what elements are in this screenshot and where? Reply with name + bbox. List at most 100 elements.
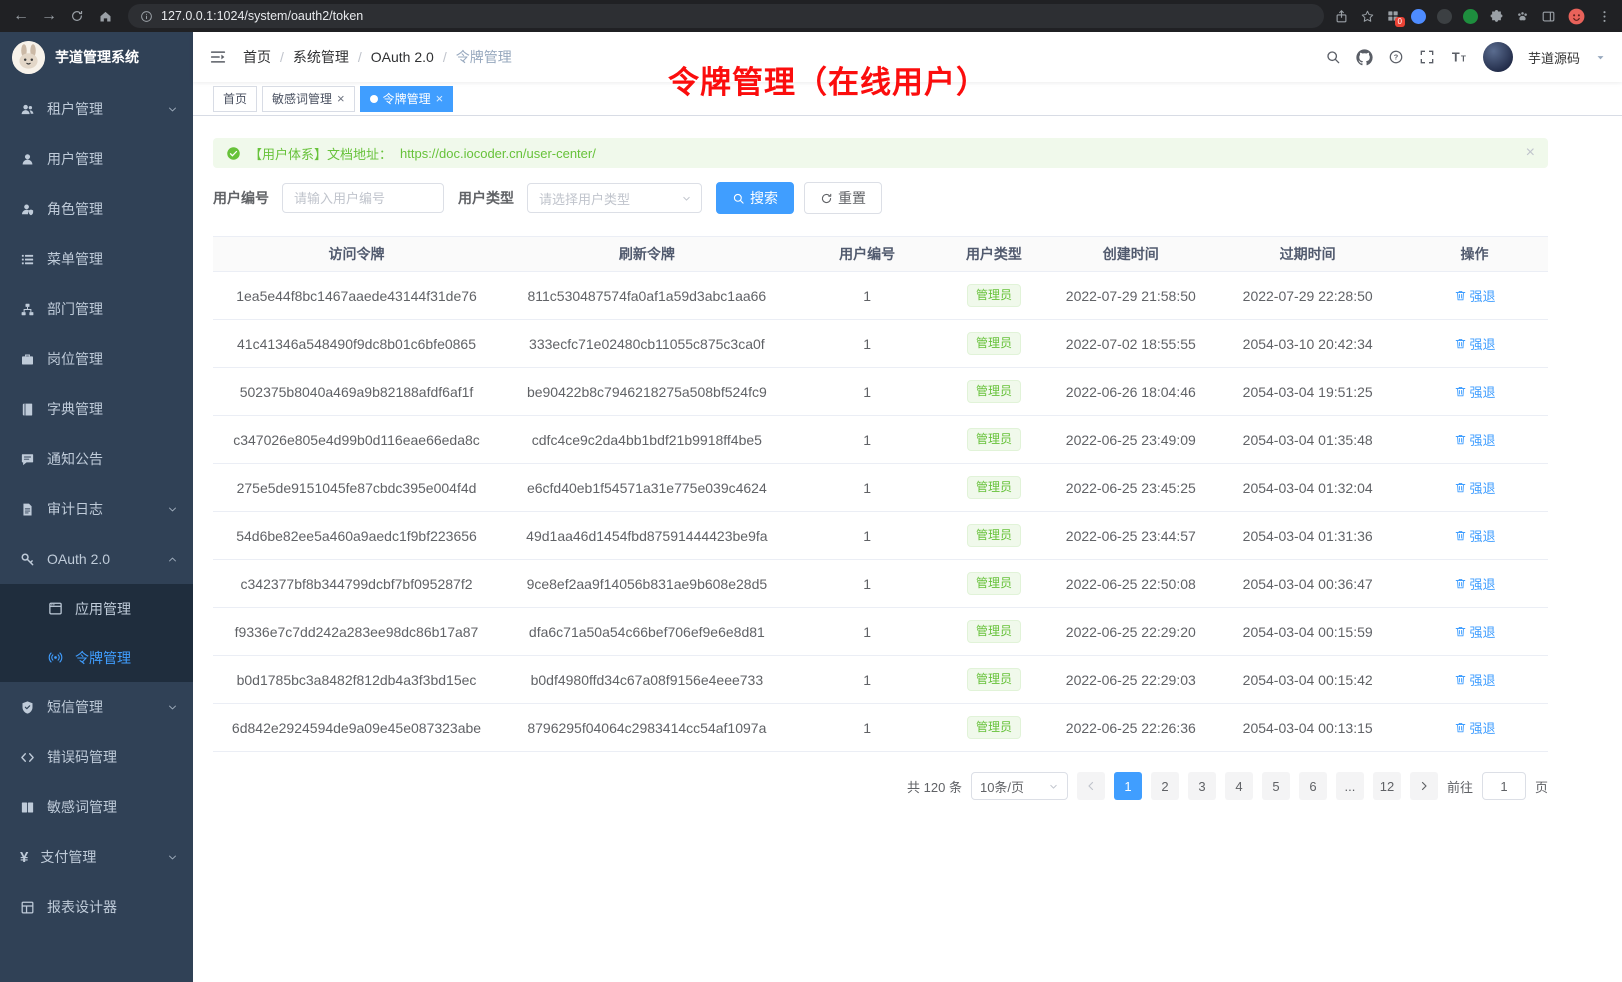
svg-text:T: T (1452, 50, 1460, 65)
sidebar-item-label: 应用管理 (75, 599, 131, 619)
sidebar-toggle-icon[interactable] (209, 48, 227, 66)
user-type-cell: 管理员 (941, 560, 1048, 608)
force-logout-button[interactable]: 强退 (1454, 574, 1496, 593)
expire-time-cell: 2054-03-10 20:42:34 (1214, 320, 1401, 368)
search-icon[interactable] (1325, 49, 1341, 65)
doc-link[interactable]: https://doc.iocoder.cn/user-center/ (400, 146, 596, 161)
extension-green-icon[interactable] (1463, 9, 1478, 24)
reset-button[interactable]: 重置 (804, 182, 882, 214)
address-bar[interactable]: 127.0.0.1:1024/system/oauth2/token (128, 4, 1324, 28)
breadcrumb-item[interactable]: OAuth 2.0 (371, 49, 434, 65)
tab-sensitive-word[interactable]: 敏感词管理× (262, 86, 355, 112)
page-button-2[interactable]: 2 (1151, 772, 1179, 800)
oauth-icon (20, 552, 35, 567)
sidebar-item-sms[interactable]: 短信管理 (0, 682, 193, 732)
sidebar-item-sensitive-word[interactable]: 敏感词管理 (0, 782, 193, 832)
extension-badged-icon[interactable]: 0 (1386, 9, 1400, 23)
site-info-icon[interactable] (140, 10, 153, 23)
browser-home-icon[interactable] (92, 3, 118, 29)
browser-forward-icon[interactable]: → (36, 3, 62, 29)
user-type-badge: 管理员 (967, 668, 1021, 691)
force-logout-button[interactable]: 强退 (1454, 622, 1496, 641)
table-row: 502375b8040a469a9b82188afdf6af1fbe90422b… (213, 368, 1548, 416)
filter-form: 用户编号 用户类型 请选择用户类型 搜索 重置 (213, 182, 1548, 214)
bookmark-star-icon[interactable] (1360, 9, 1375, 24)
column-header: 创建时间 (1047, 237, 1214, 272)
sidebar-item-tenant[interactable]: 租户管理 (0, 84, 193, 134)
github-icon[interactable] (1356, 49, 1373, 66)
share-icon[interactable] (1334, 9, 1349, 24)
access-token-cell: c347026e805e4d99b0d116eae66eda8c (213, 416, 500, 464)
sidebar-item-oauth2-app[interactable]: 应用管理 (0, 584, 193, 633)
sidebar-item-error-code[interactable]: 错误码管理 (0, 732, 193, 782)
user-caret-icon[interactable] (1595, 52, 1606, 63)
delete-icon (1454, 289, 1467, 302)
sidebar-item-dict[interactable]: 字典管理 (0, 384, 193, 434)
sidebar-item-audit-log[interactable]: 审计日志 (0, 484, 193, 534)
fullscreen-icon[interactable] (1419, 49, 1435, 65)
sidebar-item-oauth2[interactable]: OAuth 2.0 (0, 534, 193, 584)
sidebar-item-menu[interactable]: 菜单管理 (0, 234, 193, 284)
sidebar-item-notice[interactable]: 通知公告 (0, 434, 193, 484)
next-page-button[interactable] (1410, 772, 1438, 800)
force-logout-button[interactable]: 强退 (1454, 670, 1496, 689)
page-size-select[interactable]: 10条/页 (971, 772, 1068, 800)
menu-list-icon (20, 252, 35, 267)
side-panel-icon[interactable] (1541, 9, 1556, 24)
sidebar-item-pay[interactable]: ¥支付管理 (0, 832, 193, 882)
font-size-icon[interactable]: TT (1450, 48, 1468, 66)
force-logout-button[interactable]: 强退 (1454, 718, 1496, 737)
page-button-4[interactable]: 4 (1225, 772, 1253, 800)
puzzle-icon[interactable] (1489, 9, 1504, 24)
sidebar-item-user[interactable]: 用户管理 (0, 134, 193, 184)
user-id-input[interactable] (282, 183, 444, 213)
browser-menu-icon[interactable] (1597, 9, 1612, 24)
total-count: 共 120 条 (907, 777, 962, 796)
force-logout-button[interactable]: 强退 (1454, 430, 1496, 449)
force-logout-button[interactable]: 强退 (1454, 526, 1496, 545)
user-type-select[interactable]: 请选择用户类型 (527, 183, 702, 213)
tab-token[interactable]: 令牌管理× (360, 86, 454, 112)
sidebar-item-report[interactable]: 报表设计器 (0, 882, 193, 932)
pager-ellipsis-button[interactable]: ... (1336, 772, 1364, 800)
force-logout-button[interactable]: 强退 (1454, 382, 1496, 401)
breadcrumb-item[interactable]: 首页 (243, 47, 271, 67)
breadcrumb-item[interactable]: 系统管理 (293, 47, 349, 67)
tab-close-icon[interactable]: × (337, 92, 345, 105)
prev-page-button[interactable] (1077, 772, 1105, 800)
user-id-cell: 1 (794, 608, 941, 656)
profile-avatar[interactable] (1567, 7, 1586, 26)
page-button-1[interactable]: 1 (1114, 772, 1142, 800)
page-button-5[interactable]: 5 (1262, 772, 1290, 800)
sidebar-item-role[interactable]: 角色管理 (0, 184, 193, 234)
page-button-6[interactable]: 6 (1299, 772, 1327, 800)
page-button-3[interactable]: 3 (1188, 772, 1216, 800)
help-icon[interactable]: ? (1388, 49, 1404, 65)
force-logout-button[interactable]: 强退 (1454, 334, 1496, 353)
extension-dark-icon[interactable] (1437, 9, 1452, 24)
tenant-icon (20, 102, 35, 117)
force-logout-button[interactable]: 强退 (1454, 286, 1496, 305)
table-row: 1ea5e44f8bc1467aaede43144f31de76811c5304… (213, 272, 1548, 320)
extension-blue-icon[interactable] (1411, 9, 1426, 24)
app-logo-row[interactable]: 芋道管理系统 (0, 32, 193, 82)
table-header-row: 访问令牌刷新令牌用户编号用户类型创建时间过期时间操作 (213, 237, 1548, 272)
paw-icon[interactable] (1515, 9, 1530, 24)
browser-reload-icon[interactable] (64, 3, 90, 29)
tab-close-icon[interactable]: × (436, 92, 444, 105)
browser-back-icon[interactable]: ← (8, 3, 34, 29)
goto-page-input[interactable] (1482, 772, 1526, 800)
search-button[interactable]: 搜索 (716, 182, 794, 214)
user-avatar[interactable] (1483, 42, 1513, 72)
browser-chrome: ← → 127.0.0.1:1024/system/oauth2/token 0 (0, 0, 1622, 32)
force-logout-button[interactable]: 强退 (1454, 478, 1496, 497)
delete-icon (1454, 385, 1467, 398)
sidebar-item-post[interactable]: 岗位管理 (0, 334, 193, 384)
doc-alert: 【用户体系】文档地址： https://doc.iocoder.cn/user-… (213, 138, 1548, 168)
sidebar-item-label: 字典管理 (47, 399, 103, 419)
alert-close-icon[interactable]: × (1526, 144, 1535, 162)
tab-home[interactable]: 首页 (213, 86, 257, 112)
sidebar-item-dept[interactable]: 部门管理 (0, 284, 193, 334)
page-button-12[interactable]: 12 (1373, 772, 1401, 800)
sidebar-item-oauth2-token[interactable]: 令牌管理 (0, 633, 193, 682)
